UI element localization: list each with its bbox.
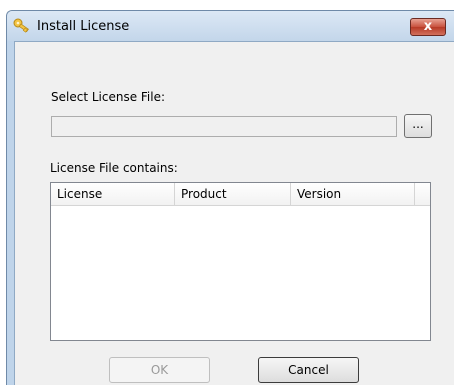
license-file-path-input[interactable]	[51, 116, 397, 137]
license-list[interactable]: License Product Version	[50, 182, 431, 341]
column-header-license[interactable]: License	[51, 183, 175, 205]
column-header-product[interactable]: Product	[175, 183, 291, 205]
close-icon: x	[423, 19, 433, 34]
install-license-window: Install License x Select License File: .…	[6, 10, 454, 385]
title-bar[interactable]: Install License x	[7, 11, 454, 41]
ok-button[interactable]: OK	[109, 357, 210, 383]
column-header-version[interactable]: Version	[291, 183, 415, 205]
browse-button[interactable]: ...	[404, 114, 432, 138]
license-file-contains-label: License File contains:	[50, 161, 178, 175]
cancel-button[interactable]: Cancel	[258, 357, 359, 383]
dialog-client-area: Select License File: ... License File co…	[14, 41, 454, 385]
window-title: Install License	[37, 19, 130, 34]
list-header: License Product Version	[51, 183, 430, 206]
select-license-file-label: Select License File:	[51, 90, 166, 104]
key-icon	[13, 18, 31, 34]
close-button[interactable]: x	[410, 18, 446, 36]
